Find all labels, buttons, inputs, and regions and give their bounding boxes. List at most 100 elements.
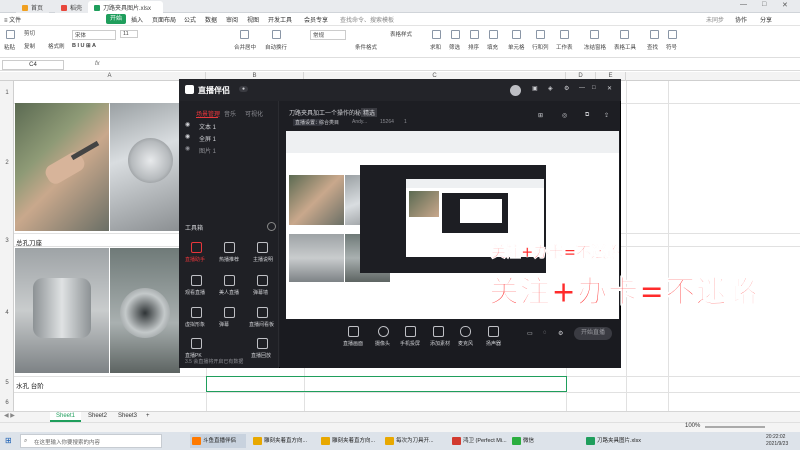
font-family-select[interactable]: 宋体: [72, 30, 116, 40]
taskbar-app-wechat[interactable]: 微信: [510, 434, 540, 448]
merge-center-button[interactable]: 合并居中: [234, 43, 256, 51]
cell-label-row3[interactable]: 总孔刀座: [16, 237, 42, 247]
sheet-tab-1[interactable]: Sheet1: [50, 412, 82, 422]
paste-button[interactable]: 粘贴: [4, 43, 15, 51]
bold-button[interactable]: B I U ⊞ A: [72, 43, 96, 49]
format-painter-button[interactable]: 格式刷: [48, 42, 65, 50]
pk-icon[interactable]: [191, 338, 202, 349]
taskbar-app-word-2[interactable]: 雕刻夹着直方向...: [319, 434, 381, 448]
cut-button[interactable]: 剪切: [24, 29, 35, 37]
watch-live-icon[interactable]: [191, 275, 202, 286]
host-info-icon[interactable]: [257, 242, 268, 253]
taskbar-app-perfect[interactable]: 鸿卫 (Perfect Mi...: [450, 434, 508, 448]
tool-hot-recommend[interactable]: 热播推荐: [219, 256, 239, 263]
cell-label-row5[interactable]: 水孔 台阶: [16, 380, 44, 390]
row-header-4[interactable]: 4: [0, 310, 14, 316]
eye-icon[interactable]: ◉: [185, 133, 190, 140]
freeze-panes-button[interactable]: 冻结窗格: [584, 43, 606, 51]
tool-board[interactable]: 直播间看板: [249, 321, 274, 328]
eye-icon[interactable]: ◉: [185, 145, 190, 152]
taskbar-app-xlsx[interactable]: 刀路夹具图片.xlsx: [584, 434, 646, 448]
clock-time[interactable]: 20:22:02: [766, 434, 785, 440]
taskbar-search-box[interactable]: ⌕ 在这里输入你要搜索的内容: [20, 434, 162, 448]
record-icon[interactable]: ◎: [562, 112, 567, 119]
menu-insert[interactable]: 插入: [131, 15, 143, 24]
worksheet-button[interactable]: 工作表: [556, 43, 573, 51]
wrap-text-button[interactable]: 自动换行: [265, 43, 287, 51]
sheet-tab-2[interactable]: Sheet2: [82, 412, 113, 420]
sync-status[interactable]: 未同步: [706, 15, 724, 24]
tab-daoke[interactable]: 稻壳: [55, 1, 89, 13]
menu-review[interactable]: 审阅: [226, 15, 238, 24]
collab-button[interactable]: 协作: [735, 15, 747, 24]
row-col-button[interactable]: 行和列: [532, 43, 549, 51]
sheet-tab-3[interactable]: Sheet3: [112, 412, 143, 420]
avatar[interactable]: [510, 85, 521, 96]
menu-view[interactable]: 视图: [247, 15, 259, 24]
row-header-5[interactable]: 5: [0, 380, 14, 386]
app-maximize-button[interactable]: □: [592, 85, 596, 91]
menu-page-layout[interactable]: 页面布局: [152, 15, 176, 24]
danmaku-wall-icon[interactable]: [257, 275, 268, 286]
add-material-icon[interactable]: [433, 326, 444, 337]
app-close-button[interactable]: ✕: [607, 85, 612, 92]
hot-recommend-icon[interactable]: [224, 242, 235, 253]
tab-visual[interactable]: 可视化: [245, 109, 263, 118]
danmaku-icon[interactable]: [224, 307, 235, 318]
taskbar-app-word-3[interactable]: 每次为刀具开...: [383, 434, 445, 448]
sum-button[interactable]: 求和: [430, 43, 441, 51]
microphone-icon[interactable]: [460, 326, 471, 337]
avatar-icon[interactable]: [191, 307, 202, 318]
menu-file[interactable]: ≡ 文件: [4, 15, 21, 24]
control-phone-cast[interactable]: 手机投屏: [400, 340, 420, 347]
tab-workbook[interactable]: 刀路夹具图片.xlsx: [88, 1, 163, 13]
phone-cast-icon[interactable]: [405, 326, 416, 337]
app-status-pill[interactable]: ●: [239, 86, 249, 92]
taskbar-app-word-1[interactable]: 雕刻夹着直方向...: [251, 434, 317, 448]
toolbox-more-icon[interactable]: [267, 222, 276, 231]
tool-avatar[interactable]: 虚拟形象: [185, 321, 205, 328]
tool-danmaku[interactable]: 弹幕: [219, 321, 229, 328]
table-tools-button[interactable]: 表格工具: [614, 43, 636, 51]
cell-button[interactable]: 单元格: [508, 43, 525, 51]
camera-icon[interactable]: [378, 326, 389, 337]
add-sheet-button[interactable]: +: [140, 412, 156, 420]
number-format-select[interactable]: 常规: [310, 30, 346, 40]
column-header-a[interactable]: A: [14, 72, 206, 81]
photo-chuck[interactable]: [110, 248, 180, 373]
filter-button[interactable]: 筛选: [449, 43, 460, 51]
close-button[interactable]: ✕: [782, 1, 788, 9]
symbol-button[interactable]: 符号: [666, 43, 677, 51]
command-search[interactable]: 查找命令、搜索模板: [340, 15, 394, 24]
row-header-3[interactable]: 3: [0, 238, 14, 244]
control-camera[interactable]: 摄像头: [375, 340, 390, 347]
replay-icon[interactable]: [257, 338, 268, 349]
photo-collet[interactable]: [15, 248, 109, 373]
beauty-live-icon[interactable]: [224, 275, 235, 286]
share-icon[interactable]: ⇪: [604, 112, 609, 119]
row-header-6[interactable]: 6: [0, 400, 14, 406]
eye-icon[interactable]: ◉: [185, 121, 190, 128]
fx-icon[interactable]: fx: [95, 61, 100, 67]
sheet-nav-arrows[interactable]: ◀ ▶: [4, 412, 15, 419]
copy-button[interactable]: 复制: [24, 42, 35, 50]
screenshot-icon[interactable]: ⧉: [585, 112, 589, 119]
tool-danmaku-wall[interactable]: 弹幕墙: [253, 289, 268, 296]
fill-button[interactable]: 填充: [487, 43, 498, 51]
maximize-button[interactable]: □: [762, 1, 766, 8]
gear-icon[interactable]: ⚙: [558, 330, 563, 337]
find-button[interactable]: 查找: [647, 43, 658, 51]
menu-formula[interactable]: 公式: [184, 15, 196, 24]
start-live-button[interactable]: 开始直播: [574, 327, 612, 340]
start-menu-icon[interactable]: ⊞: [5, 436, 12, 445]
table-style-button[interactable]: 表格样式: [390, 30, 412, 38]
layer-text-1[interactable]: 文本 1: [199, 122, 216, 131]
menu-member[interactable]: 会员专享: [304, 15, 328, 24]
selected-cell[interactable]: [206, 376, 567, 392]
photo-tool-holder[interactable]: [110, 103, 180, 231]
message-icon[interactable]: ▣: [532, 85, 538, 92]
sort-button[interactable]: 排序: [468, 43, 479, 51]
tab-home[interactable]: 首页: [16, 1, 50, 13]
tab-music[interactable]: 音乐: [224, 109, 236, 118]
stream-title[interactable]: 刀路夹具加工一个操作的秘诀: [289, 108, 367, 117]
